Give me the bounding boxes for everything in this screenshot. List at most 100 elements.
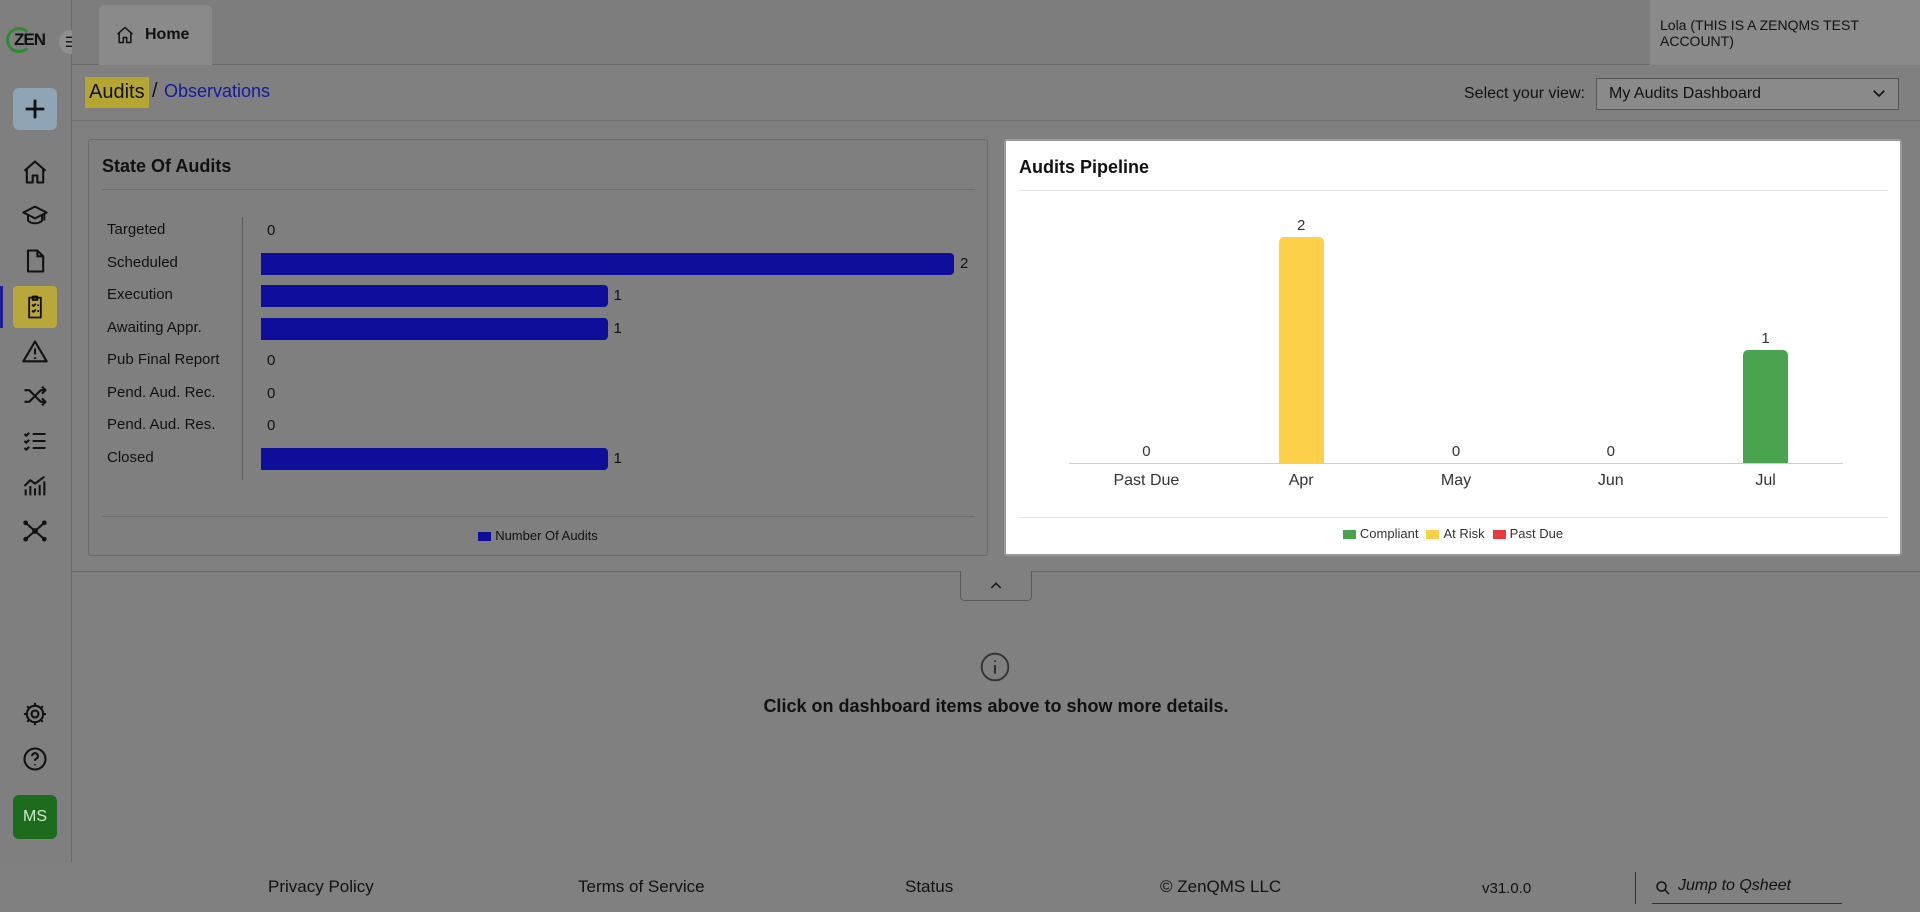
- legend-swatch: [1426, 530, 1440, 540]
- breadcrumb-link-observations[interactable]: Observations: [164, 81, 270, 102]
- view-select-value: My Audits Dashboard: [1609, 85, 1762, 102]
- bar-row[interactable]: Pend. Aud. Res. 0: [107, 412, 987, 438]
- data-label: 0: [267, 417, 276, 434]
- info-icon: [980, 652, 1010, 682]
- search-icon: [1656, 881, 1670, 895]
- divider: [1635, 872, 1636, 904]
- legend-item[interactable]: Compliant: [1342, 526, 1419, 541]
- category-label: Execution: [107, 286, 173, 303]
- create-new-button[interactable]: [13, 88, 57, 130]
- clipboard-check-icon: [28, 295, 42, 319]
- help-icon: [23, 747, 47, 771]
- data-label: 0: [267, 222, 276, 239]
- jump-to-qsheet-input[interactable]: Jump to Qsheet: [1652, 877, 1842, 904]
- nav-settings[interactable]: [13, 694, 57, 734]
- tick-label: Past Due: [1113, 472, 1180, 489]
- status-link[interactable]: Status: [905, 877, 953, 897]
- warning-icon: [22, 340, 48, 363]
- nav-training[interactable]: [13, 196, 57, 236]
- active-indicator: [0, 286, 3, 328]
- user-account-label[interactable]: Lola (THIS IS A ZENQMS TEST ACCOUNT): [1650, 0, 1920, 65]
- category-label: Awaiting Appr.: [107, 318, 202, 336]
- bar[interactable]: [1278, 237, 1324, 463]
- tick-label: Apr: [1288, 472, 1314, 489]
- data-label: 0: [267, 352, 276, 369]
- bar[interactable]: [261, 252, 954, 275]
- bar-row[interactable]: Targeted 0: [107, 217, 987, 243]
- category-label: Pend. Aud. Rec.: [107, 383, 216, 401]
- legend-label: Past Due: [1509, 526, 1564, 541]
- bar-row[interactable]: Scheduled 2: [107, 250, 987, 276]
- bar[interactable]: [261, 285, 608, 307]
- divider: [1019, 517, 1888, 518]
- analytics-icon: [23, 475, 46, 496]
- nav-capa[interactable]: [13, 421, 57, 461]
- collapse-dashboard-button[interactable]: [960, 571, 1032, 601]
- divider: [102, 189, 975, 190]
- shuffle-icon: [24, 385, 47, 407]
- chevron-up-icon: [990, 581, 1002, 589]
- view-select[interactable]: My Audits Dashboard: [1596, 78, 1899, 110]
- chart-axis: [1069, 463, 1843, 464]
- panel-title: Audits Pipeline: [1019, 157, 1150, 177]
- jump-placeholder: Jump to Qsheet: [1678, 877, 1791, 894]
- graduation-cap-icon: [22, 205, 48, 225]
- legend-swatch: [1342, 530, 1356, 540]
- data-label: 0: [1606, 443, 1615, 460]
- category-label: Scheduled: [107, 253, 178, 271]
- terms-of-service-link[interactable]: Terms of Service: [578, 877, 705, 897]
- bar-row[interactable]: Awaiting Appr. 1: [107, 315, 987, 341]
- details-hint: Click on dashboard items above to show m…: [763, 696, 1229, 716]
- data-label: 2: [1297, 217, 1306, 234]
- data-label: 1: [613, 449, 622, 467]
- chevron-down-icon: [1873, 90, 1885, 98]
- bar-row[interactable]: Closed 1: [107, 445, 987, 471]
- home-icon: [23, 160, 47, 184]
- top-bar: Home Lola (THIS IS A ZENQMS TEST ACCOUNT…: [72, 0, 1920, 65]
- nav-documents[interactable]: [13, 241, 57, 281]
- privacy-policy-link[interactable]: Privacy Policy: [268, 877, 374, 897]
- audits-pipeline-panel[interactable]: Audits Pipeline 0 Past Due 2 Apr 0 May 0 Jun 1 Ju…: [1004, 139, 1902, 556]
- bar-row[interactable]: Pub Final Report 0: [107, 347, 987, 373]
- copyright: © ZenQMS LLC: [1160, 877, 1282, 896]
- bar[interactable]: [261, 317, 608, 340]
- legend-swatch: [1492, 530, 1506, 540]
- chart-legend: Compliant At Risk Past Due: [1006, 526, 1900, 541]
- nav-reports[interactable]: [13, 466, 57, 506]
- user-avatar[interactable]: MS: [13, 795, 57, 839]
- tab-home[interactable]: Home: [99, 5, 212, 65]
- bar[interactable]: [261, 447, 608, 470]
- data-label: 1: [1761, 330, 1770, 347]
- tick-label: Jul: [1755, 472, 1776, 489]
- nav-change-control[interactable]: [13, 376, 57, 416]
- footer: Privacy Policy Terms of Service Status ©…: [72, 862, 1920, 912]
- nav-help[interactable]: [13, 739, 57, 779]
- bar-row[interactable]: Execution 1: [107, 282, 987, 308]
- checklist-icon: [23, 432, 46, 451]
- legend-label: At Risk: [1443, 526, 1485, 541]
- data-label: 1: [613, 287, 622, 304]
- breadcrumb-current: Audits: [85, 77, 149, 108]
- bar-row[interactable]: Pend. Aud. Rec. 0: [107, 380, 987, 406]
- network-icon: [23, 520, 47, 542]
- legend-label: Compliant: [1359, 526, 1419, 541]
- home-icon: [117, 26, 133, 44]
- nav-deviations[interactable]: [13, 332, 57, 372]
- document-icon: [26, 249, 45, 273]
- nav-audits[interactable]: [13, 286, 57, 328]
- plus-icon: [25, 99, 45, 119]
- zenqms-logo[interactable]: ZEN: [6, 25, 50, 55]
- state-of-audits-panel[interactable]: State Of Audits Targeted 0 Scheduled 2 Execu…: [88, 139, 988, 556]
- category-label: Pend. Aud. Res.: [107, 416, 216, 433]
- legend-item[interactable]: At Risk: [1426, 526, 1485, 541]
- nav-home[interactable]: [13, 152, 57, 192]
- legend-item[interactable]: Past Due: [1492, 526, 1564, 541]
- breadcrumb-separator: /: [152, 80, 158, 102]
- category-label: Closed: [107, 448, 154, 466]
- data-label: 2: [960, 254, 969, 272]
- chart-axis: [242, 217, 243, 480]
- bar[interactable]: [1743, 350, 1789, 463]
- data-label: 1: [613, 319, 622, 337]
- tick-label: May: [1440, 472, 1472, 489]
- nav-integrations[interactable]: [13, 511, 57, 551]
